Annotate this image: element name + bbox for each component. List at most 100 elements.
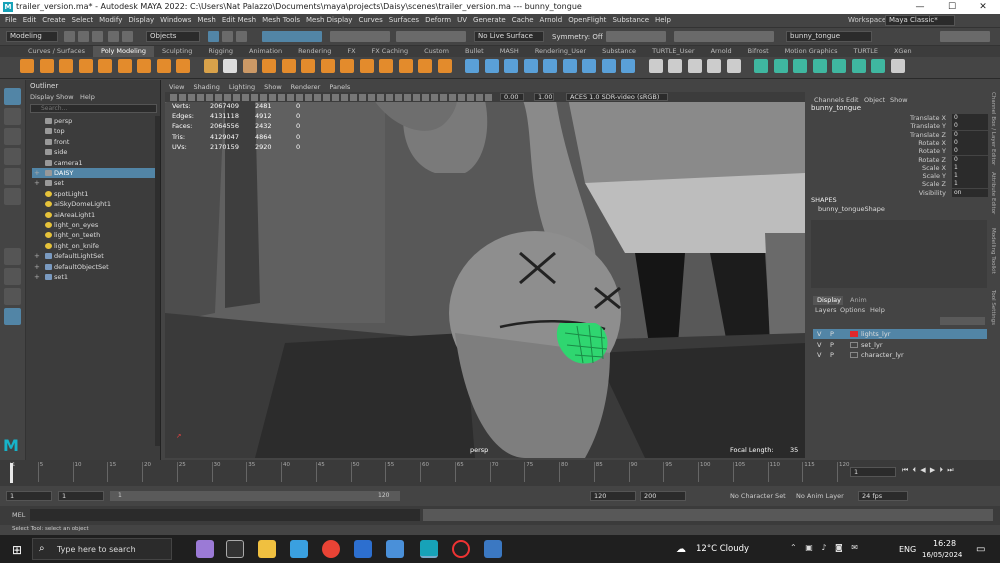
fps-dropdown[interactable]: 24 fps <box>858 491 908 501</box>
task-view-icon[interactable] <box>226 540 244 558</box>
shelf-tool-icon[interactable] <box>437 59 452 73</box>
menu-generate[interactable]: Generate <box>470 14 509 26</box>
layer-help-menu[interactable]: Help <box>870 306 885 314</box>
channel-attr-value[interactable]: 0 <box>952 155 988 164</box>
shelf-tool-icon[interactable] <box>301 59 315 73</box>
viewport-menu-item[interactable]: Shading <box>193 83 219 91</box>
expand-icon[interactable]: + <box>34 251 40 261</box>
menu-cache[interactable]: Cache <box>509 14 537 26</box>
windows-start-icon[interactable]: ⊞ <box>12 543 22 557</box>
cortana-icon[interactable] <box>196 540 214 558</box>
lasso-tool-icon[interactable] <box>4 108 21 125</box>
viewport-tool-icon[interactable] <box>404 94 411 101</box>
menu-curves[interactable]: Curves <box>355 14 385 26</box>
shelf-tool-icon[interactable] <box>379 59 393 73</box>
channel-attr-name[interactable]: Translate Y <box>890 122 946 130</box>
outliner-menu-display[interactable]: Display <box>30 93 54 101</box>
channel-attr-name[interactable]: Translate Z <box>890 131 946 139</box>
layout-outliner-icon[interactable] <box>4 308 21 325</box>
weather-text[interactable]: 12°C Cloudy <box>696 544 749 554</box>
shelf-tool-icon[interactable] <box>465 59 479 73</box>
shelf-tool-icon[interactable] <box>562 59 577 73</box>
viewport-tool-icon[interactable] <box>440 94 447 101</box>
playback-end-field[interactable]: 120 <box>590 491 636 501</box>
outliner-item[interactable]: front <box>32 137 158 147</box>
viewport-tool-icon[interactable] <box>377 94 384 101</box>
chrome-icon[interactable] <box>322 540 340 558</box>
viewport-tool-icon[interactable] <box>197 94 204 101</box>
outliner-item[interactable]: aiSkyDomeLight1 <box>32 199 158 209</box>
selection-mode-dropdown[interactable]: Objects <box>146 31 200 42</box>
layers-menu[interactable]: Layers <box>815 306 837 314</box>
viewport-tool-icon[interactable] <box>224 94 231 101</box>
shelf-tool-icon[interactable] <box>543 59 557 73</box>
outliner-item[interactable]: light_on_eyes <box>32 220 158 230</box>
workspace-dropdown[interactable]: Maya Classic* <box>885 15 955 26</box>
expand-icon[interactable]: + <box>34 272 40 282</box>
save-scene-icon[interactable] <box>92 31 103 42</box>
layer-row[interactable]: V Pcharacter_lyr <box>813 350 987 360</box>
shelf-tool-icon[interactable] <box>793 59 807 73</box>
channel-attr-value[interactable]: 0 <box>952 138 988 147</box>
viewport-tool-icon[interactable] <box>296 94 303 101</box>
system-tray-icons[interactable]: ⌃ ▣ ♪ ◙ ✉ <box>790 543 890 555</box>
shelf-tool-icon[interactable] <box>504 59 518 73</box>
shelf-tab[interactable]: Sculpting <box>154 46 200 57</box>
outliner-item[interactable]: light_on_teeth <box>32 230 158 240</box>
shelf-tab[interactable]: XGen <box>886 46 920 57</box>
viewport-tool-icon[interactable] <box>341 94 348 101</box>
shelf-tool-icon[interactable] <box>78 59 93 73</box>
shelf-tool-icon[interactable] <box>812 59 827 73</box>
viewport-tool-icon[interactable] <box>323 94 330 101</box>
shelf-tab[interactable]: Animation <box>241 46 290 57</box>
viewport-tool-icon[interactable] <box>368 94 375 101</box>
playback-start-field[interactable]: 1 <box>58 491 104 501</box>
outliner-item[interactable]: + set1 <box>32 272 158 282</box>
menu-arnold[interactable]: Arnold <box>537 14 566 26</box>
shelf-tool-icon[interactable] <box>117 59 132 73</box>
viewport-menu-item[interactable]: Lighting <box>229 83 255 91</box>
expand-icon[interactable]: + <box>34 178 40 188</box>
weather-icon[interactable]: ☁ <box>676 544 686 555</box>
menu-help[interactable]: Help <box>652 14 674 26</box>
outliner-menu-show[interactable]: Show <box>56 93 74 101</box>
select-component-icon[interactable] <box>236 31 247 42</box>
viewport-tool-icon[interactable] <box>170 94 177 101</box>
shelf-tab[interactable]: Curves / Surfaces <box>20 46 93 57</box>
menu-file[interactable]: File <box>2 14 20 26</box>
file-explorer-icon[interactable] <box>258 540 276 558</box>
shelf-tool-icon[interactable] <box>340 59 354 73</box>
shelf-tool-icon[interactable] <box>39 59 54 73</box>
menu-set-dropdown[interactable]: Modeling <box>6 31 58 42</box>
anim-layer-dropdown[interactable]: No Anim Layer <box>796 492 844 500</box>
shelf-tool-icon[interactable] <box>621 59 635 73</box>
viewport-tool-icon[interactable] <box>260 94 267 101</box>
render-icons[interactable] <box>606 31 666 42</box>
outliner-scrollbar[interactable] <box>155 116 160 446</box>
viewport-tool-icon[interactable] <box>242 94 249 101</box>
layer-color-swatch[interactable] <box>850 352 858 358</box>
layer-tab-anim[interactable]: Anim <box>850 296 867 304</box>
live-surface-field[interactable]: No Live Surface <box>474 31 544 42</box>
gamma-field[interactable]: 1.00 <box>534 93 554 101</box>
layer-row[interactable]: V Plights_lyr <box>813 329 987 339</box>
shelf-tab[interactable]: FX <box>339 46 363 57</box>
layer-playback-toggle[interactable]: P <box>830 329 834 339</box>
pick-mask-icons[interactable] <box>262 31 322 42</box>
menu-surfaces[interactable]: Surfaces <box>386 14 422 26</box>
channel-attr-value[interactable]: on <box>952 188 988 197</box>
shelf-tool-icon[interactable] <box>582 59 596 73</box>
viewport-tool-icon[interactable] <box>449 94 456 101</box>
layer-playback-toggle[interactable]: P <box>830 340 834 350</box>
outliner-item[interactable]: camera1 <box>32 158 158 168</box>
shelf-tool-icon[interactable] <box>59 59 73 73</box>
rotate-tool-icon[interactable] <box>4 168 21 185</box>
outliner-item[interactable]: + defaultObjectSet <box>32 262 158 272</box>
shelf-tool-icon[interactable] <box>754 59 768 73</box>
shelf-tool-icon[interactable] <box>726 59 741 73</box>
viewport-tool-icon[interactable] <box>314 94 321 101</box>
shelf-tab[interactable]: Rigging <box>200 46 241 57</box>
layout-two-icon[interactable] <box>4 288 21 305</box>
object-menu[interactable]: Object <box>864 96 885 104</box>
shelf-tool-icon[interactable] <box>773 59 788 73</box>
